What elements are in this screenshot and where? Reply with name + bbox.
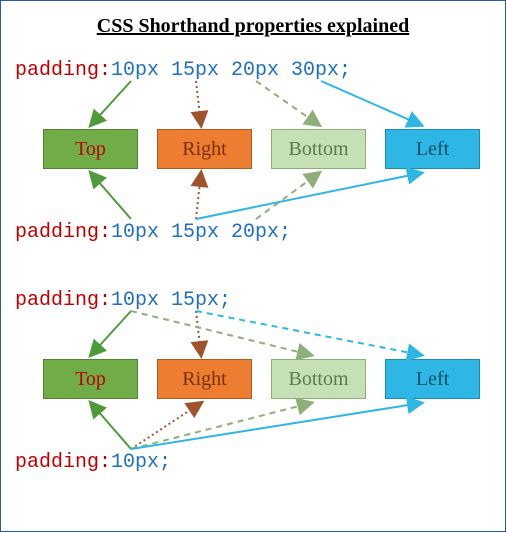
arrow-r4-top — [91, 403, 131, 449]
box-left-1: Left — [385, 129, 480, 169]
arrow-r1-bottom — [256, 81, 319, 125]
arrow-r2-bottom — [256, 173, 319, 219]
code-keyword: padding: — [15, 59, 111, 82]
arrow-r4-bottom — [131, 403, 311, 449]
diagram-title: CSS Shorthand properties explained — [1, 15, 505, 38]
box-left-2: Left — [385, 359, 480, 399]
arrow-r2-left — [196, 173, 421, 219]
box-right-1: Right — [157, 129, 252, 169]
code-values: 10px; — [111, 451, 171, 474]
arrow-r2-right — [196, 173, 201, 219]
code-values: 10px 15px 20px 30px; — [111, 59, 351, 82]
box-top-1: Top — [43, 129, 138, 169]
arrow-r1-left — [321, 81, 421, 125]
arrow-r3-right — [196, 311, 201, 355]
code-line-4: padding:10px; — [15, 451, 171, 474]
box-right-2: Right — [157, 359, 252, 399]
code-values: 10px 15px 20px; — [111, 221, 291, 244]
arrow-r2-top — [91, 173, 131, 219]
code-line-2: padding:10px 15px 20px; — [15, 221, 291, 244]
arrow-r1-top — [91, 81, 131, 125]
arrow-r1-right — [196, 81, 201, 125]
box-bottom-2: Bottom — [271, 359, 366, 399]
code-keyword: padding: — [15, 451, 111, 474]
code-line-3: padding:10px 15px; — [15, 289, 231, 312]
code-line-1: padding:10px 15px 20px 30px; — [15, 59, 351, 82]
code-values: 10px 15px; — [111, 289, 231, 312]
code-keyword: padding: — [15, 289, 111, 312]
box-top-2: Top — [43, 359, 138, 399]
arrow-r3-top — [91, 311, 131, 355]
arrow-r3-left — [196, 311, 421, 355]
arrow-r4-left — [131, 403, 421, 449]
arrow-r3-bottom — [131, 311, 311, 355]
arrow-r4-right — [131, 403, 201, 449]
code-keyword: padding: — [15, 221, 111, 244]
diagram-canvas: CSS Shorthand properties explained paddi… — [0, 0, 506, 532]
box-bottom-1: Bottom — [271, 129, 366, 169]
